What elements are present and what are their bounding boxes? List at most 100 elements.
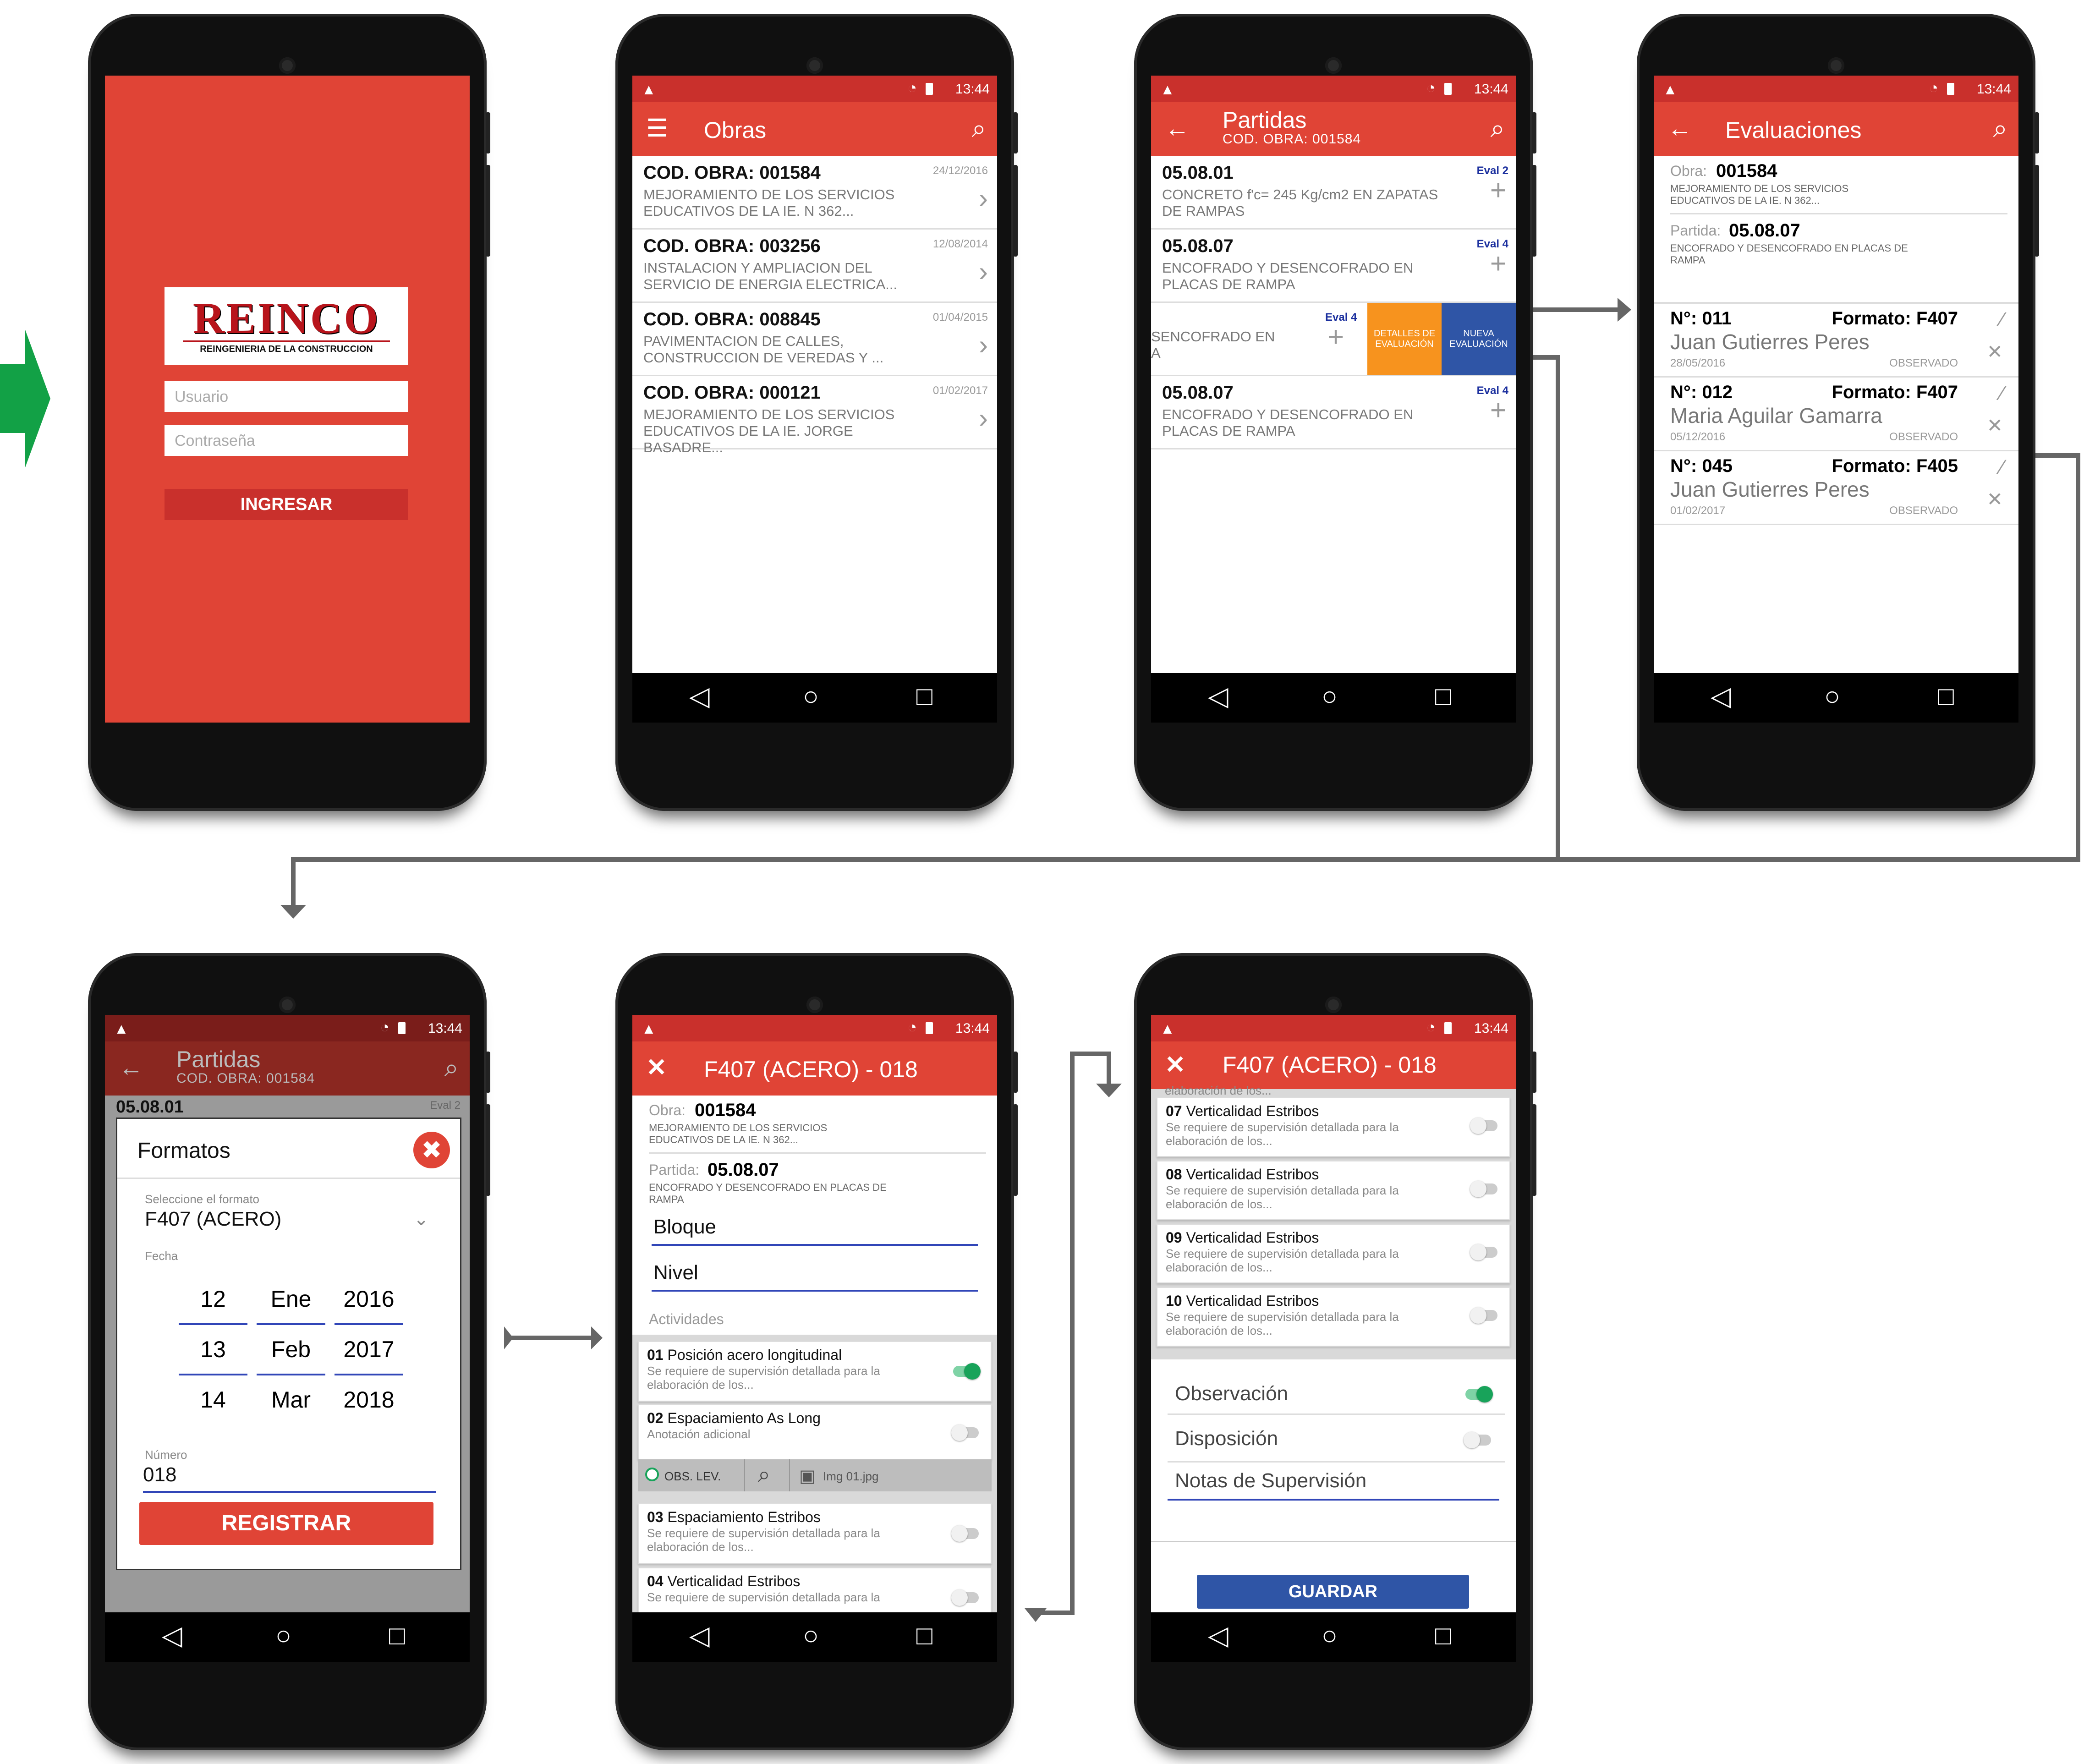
login-button[interactable]: INGRESAR [165, 489, 408, 520]
back-arrow-icon[interactable]: ← [1165, 116, 1190, 141]
day-column[interactable]: 12 13 14 [179, 1275, 247, 1424]
add-icon[interactable]: + [1490, 176, 1507, 205]
search-icon[interactable]: ⌕ [972, 113, 986, 144]
swiped-list-item[interactable]: SENCOFRADO EN A Eval 4 + DETALLES DE EVA… [1151, 303, 1516, 376]
save-button[interactable]: GUARDAR [1197, 1575, 1469, 1609]
back-nav-icon[interactable]: ◁ [162, 1622, 182, 1649]
phone-login: REINCO REINGENIERIA DE LA CONSTRUCCION U… [88, 14, 490, 811]
add-icon[interactable]: + [1490, 396, 1507, 425]
formatos-screen: ▲ ◔ 13:44 ← Partidas COD. OBRA: 001584 ⌕… [105, 1015, 470, 1662]
recents-nav-icon[interactable]: □ [1435, 1622, 1451, 1649]
add-icon[interactable]: + [1490, 250, 1507, 278]
home-nav-icon[interactable]: ○ [803, 683, 819, 710]
activity-toggle[interactable] [951, 1589, 979, 1606]
activity-card[interactable]: 09 Verticalidad Estribos Se requiere de … [1157, 1224, 1510, 1283]
page-title: Evaluaciones [1725, 117, 1862, 143]
back-nav-icon[interactable]: ◁ [1208, 683, 1228, 710]
delete-icon[interactable]: ✕ [1987, 414, 2003, 437]
activity-toolbar: OBS. LEV. ⌕ ▣ Img 01.jpg [638, 1459, 992, 1491]
activity-toggle[interactable] [1470, 1244, 1497, 1260]
close-dialog-button[interactable]: ✖ [413, 1132, 450, 1168]
details-evaluation-button[interactable]: DETALLES DE EVALUACIÓN [1367, 303, 1442, 375]
list-item[interactable]: 05.08.01 Eval 2 CONCRETO f'c= 245 Kg/cm2… [1151, 156, 1516, 230]
list-item[interactable]: COD. OBRA: 001584 24/12/2016 MEJORAMIENT… [632, 156, 997, 230]
notas-input[interactable]: Notas de Supervisión [1168, 1469, 1499, 1501]
password-field[interactable]: Contraseña [165, 425, 408, 456]
home-nav-icon[interactable]: ○ [275, 1622, 291, 1649]
year-column[interactable]: 2016 2017 2018 [335, 1275, 403, 1424]
observacion-toggle[interactable] [1465, 1386, 1493, 1402]
edit-icon[interactable]: ∕ [2001, 456, 2004, 479]
battery-icon [398, 1022, 406, 1034]
activity-toggle[interactable] [1470, 1118, 1497, 1134]
search-icon[interactable]: ⌕ [1993, 113, 2007, 144]
list-item[interactable]: 05.08.07 Eval 4 ENCOFRADO Y DESENCOFRADO… [1151, 230, 1516, 303]
numero-input[interactable]: 018 [143, 1463, 436, 1493]
evaluation-item[interactable]: N°: 012 Formato: F407 Maria Aguilar Gama… [1654, 378, 2018, 451]
login-screen: REINCO REINGENIERIA DE LA CONSTRUCCION U… [105, 76, 470, 723]
search-icon[interactable]: ⌕ [758, 1462, 770, 1488]
disposicion-row[interactable]: Disposición [1168, 1415, 1505, 1463]
date-picker[interactable]: 12 13 14 Ene Feb Mar 2016 2017 2018 [174, 1275, 403, 1430]
username-field[interactable]: Usuario [165, 381, 408, 412]
warning-icon: ▲ [1160, 1020, 1175, 1037]
observacion-row[interactable]: Observación [1168, 1372, 1505, 1415]
activity-toggle[interactable] [951, 1424, 979, 1441]
home-nav-icon[interactable]: ○ [803, 1622, 819, 1649]
activity-card[interactable]: 10 Verticalidad Estribos Se requiere de … [1157, 1287, 1510, 1347]
activity-card[interactable]: 03 Espaciamiento Estribos Se requiere de… [638, 1503, 992, 1564]
list-item[interactable]: 05.08.07 Eval 4 ENCOFRADO Y DESENCOFRADO… [1151, 376, 1516, 449]
recents-nav-icon[interactable]: □ [916, 1622, 932, 1649]
list-item[interactable]: COD. OBRA: 008845 01/04/2015 PAVIMENTACI… [632, 303, 997, 376]
back-nav-icon[interactable]: ◁ [689, 683, 710, 710]
format-select[interactable]: F407 (ACERO) ⌄ [145, 1205, 429, 1233]
activity-card[interactable]: 07 Verticalidad Estribos Se requiere de … [1157, 1097, 1510, 1157]
new-evaluation-button[interactable]: NUEVA EVALUACIÓN [1442, 303, 1516, 375]
activity-card[interactable]: 02 Espaciamiento As Long Anotación adici… [638, 1404, 992, 1460]
menu-icon[interactable]: ☰ [646, 116, 668, 141]
activity-card[interactable]: 01 Posición acero longitudinal Se requie… [638, 1341, 992, 1402]
edit-icon[interactable]: ∕ [2001, 308, 2004, 331]
delete-icon[interactable]: ✕ [1987, 488, 2003, 510]
close-icon[interactable]: ✕ [646, 1055, 667, 1080]
home-nav-icon[interactable]: ○ [1322, 683, 1338, 710]
recents-nav-icon[interactable]: □ [916, 683, 932, 710]
list-item[interactable]: COD. OBRA: 003256 12/08/2014 INSTALACION… [632, 230, 997, 303]
obs-lev-button[interactable]: OBS. LEV. [638, 1459, 745, 1491]
evaluation-item[interactable]: N°: 045 Formato: F405 Juan Gutierres Per… [1654, 451, 2018, 525]
home-nav-icon[interactable]: ○ [1824, 683, 1840, 710]
back-nav-icon[interactable]: ◁ [1208, 1622, 1228, 1649]
recents-nav-icon[interactable]: □ [1938, 683, 1954, 710]
wifi-icon: ◔ [1426, 1019, 1436, 1036]
back-nav-icon[interactable]: ◁ [689, 1622, 710, 1649]
nivel-input[interactable]: Nivel [652, 1261, 978, 1292]
activity-card[interactable]: 08 Verticalidad Estribos Se requiere de … [1157, 1161, 1510, 1220]
bloque-input[interactable]: Bloque [652, 1216, 978, 1246]
recents-nav-icon[interactable]: □ [1435, 683, 1451, 710]
battery-icon [926, 1022, 933, 1034]
camera-icon[interactable]: ▣ [799, 1466, 816, 1486]
evaluation-item[interactable]: N°: 011 Formato: F407 Juan Gutierres Per… [1654, 304, 2018, 378]
month-column[interactable]: Ene Feb Mar [257, 1275, 325, 1424]
status-time: 13:44 [955, 82, 990, 97]
activity-toggle[interactable] [1470, 1307, 1497, 1324]
app-bar: ← Partidas COD. OBRA: 001584 ⌕ [1151, 102, 1516, 156]
wifi-icon: ◔ [1929, 79, 1938, 97]
app-bar: ← Partidas COD. OBRA: 001584 ⌕ [105, 1041, 470, 1096]
back-arrow-icon[interactable]: ← [1667, 116, 1692, 141]
delete-icon[interactable]: ✕ [1987, 340, 2003, 363]
disposicion-toggle[interactable] [1464, 1432, 1491, 1448]
close-icon[interactable]: ✕ [1165, 1052, 1185, 1077]
register-button[interactable]: REGISTRAR [139, 1502, 433, 1545]
add-icon[interactable]: + [1327, 323, 1344, 351]
edit-icon[interactable]: ∕ [2001, 382, 2004, 405]
page-subtitle: COD. OBRA: 001584 [1223, 131, 1361, 147]
recents-nav-icon[interactable]: □ [389, 1622, 405, 1649]
activity-toggle[interactable] [951, 1525, 979, 1542]
list-item[interactable]: COD. OBRA: 000121 01/02/2017 MEJORAMIENT… [632, 376, 997, 455]
home-nav-icon[interactable]: ○ [1322, 1622, 1338, 1649]
search-icon[interactable]: ⌕ [1491, 113, 1505, 144]
activity-toggle[interactable] [1470, 1181, 1497, 1197]
back-nav-icon[interactable]: ◁ [1711, 683, 1731, 710]
activity-toggle[interactable] [953, 1363, 981, 1380]
